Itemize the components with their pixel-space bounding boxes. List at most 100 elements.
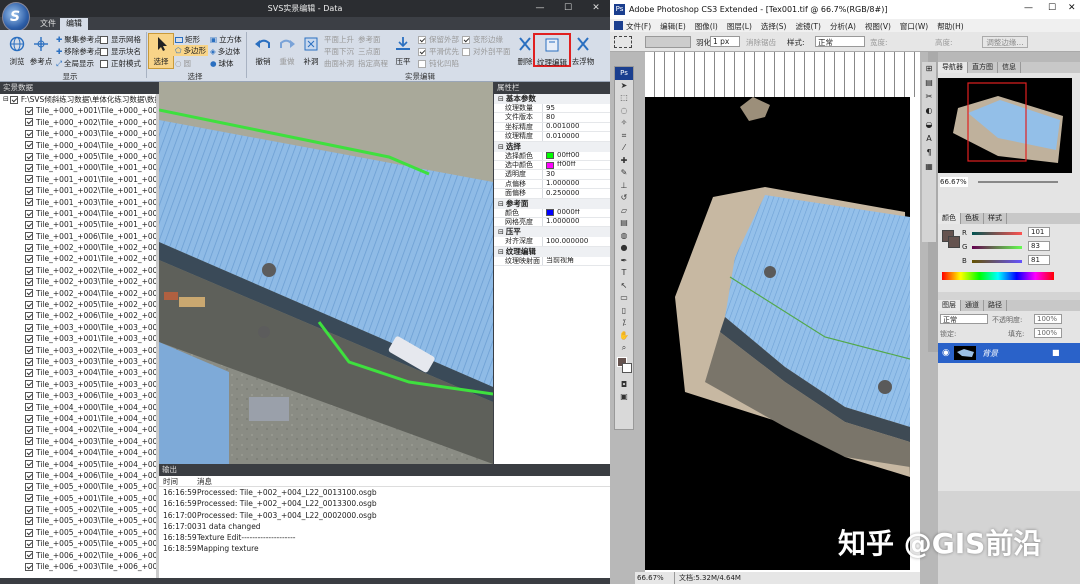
tree-item-checkbox[interactable] bbox=[25, 426, 33, 435]
circle-select-button[interactable]: ○ 圆 bbox=[175, 58, 191, 69]
clone-stamp-icon[interactable]: ⊥ bbox=[615, 180, 633, 193]
property-group-header[interactable]: 纹理编辑 bbox=[494, 246, 610, 257]
tree-item[interactable]: Tile_+002_+005\Tile_+002_+005.os bbox=[0, 299, 156, 310]
tree-item[interactable]: Tile_+000_+001\Tile_+000_+001.os bbox=[0, 105, 156, 116]
close-button[interactable]: ✕ bbox=[590, 2, 602, 14]
tab-styles[interactable]: 样式 bbox=[984, 213, 1007, 224]
property-row[interactable]: 纹理精度 0.010000 bbox=[494, 132, 610, 142]
tab-layers[interactable]: 图层 bbox=[938, 300, 961, 311]
tree-item-checkbox[interactable] bbox=[25, 300, 33, 309]
tree-item[interactable]: Tile_+004_+002\Tile_+004_+002.os bbox=[0, 424, 156, 435]
tree-item-checkbox[interactable] bbox=[25, 380, 33, 389]
property-group-header[interactable]: 参考面 bbox=[494, 198, 610, 209]
doc-zoom-level[interactable]: 66.67% bbox=[637, 572, 675, 584]
tree-item-checkbox[interactable] bbox=[25, 186, 33, 195]
tree-item-checkbox[interactable] bbox=[25, 164, 33, 173]
tree-item[interactable]: Tile_+004_+000\Tile_+004_+000.os bbox=[0, 402, 156, 413]
tree-item-checkbox[interactable] bbox=[25, 437, 33, 446]
history-brush-icon[interactable]: ↺ bbox=[615, 192, 633, 205]
tree-item[interactable]: Tile_+005_+000\Tile_+005_+000.os bbox=[0, 481, 156, 492]
tree-item[interactable]: Tile_+000_+005\Tile_+000_+005.os bbox=[0, 151, 156, 162]
tree-item-checkbox[interactable] bbox=[25, 107, 33, 116]
3d-viewport[interactable] bbox=[159, 82, 493, 464]
tree-item[interactable]: Tile_+005_+003\Tile_+005_+003.os bbox=[0, 515, 156, 526]
blend-mode-select[interactable]: 正常 bbox=[940, 314, 988, 324]
tree-item-checkbox[interactable] bbox=[25, 129, 33, 138]
ortho-mode-checkbox[interactable]: 正射模式 bbox=[100, 58, 141, 69]
property-row[interactable]: 坐标精度 0.001000 bbox=[494, 122, 610, 133]
bg-color-swatch[interactable] bbox=[948, 236, 960, 248]
polygon-select-button[interactable]: ⬠ 多边形 bbox=[173, 45, 209, 56]
tree-item-checkbox[interactable] bbox=[25, 448, 33, 457]
property-row[interactable]: 选中颜色 ff00ff bbox=[494, 160, 610, 171]
tree-item-checkbox[interactable] bbox=[25, 414, 33, 423]
tree-item-checkbox[interactable] bbox=[25, 346, 33, 355]
quick-mask-icon[interactable]: ◘ bbox=[615, 379, 633, 392]
tab-navigator[interactable]: 导航器 bbox=[938, 62, 968, 73]
refine-edge-button[interactable]: 调整边缘... bbox=[982, 36, 1028, 48]
lasso-icon[interactable]: ◌ bbox=[615, 105, 633, 118]
property-value[interactable]: 30 bbox=[543, 170, 610, 178]
tree-item[interactable]: Tile_+002_+001\Tile_+002_+001.os bbox=[0, 253, 156, 264]
tree-item[interactable]: Tile_+005_+004\Tile_+005_+004.os bbox=[0, 527, 156, 538]
smooth-pit-checkbox[interactable]: 钝化凹陷 bbox=[418, 58, 459, 69]
tree-item[interactable]: Tile_+003_+004\Tile_+003_+004.os bbox=[0, 367, 156, 378]
tree-item-checkbox[interactable] bbox=[25, 141, 33, 150]
tree-item[interactable]: Tile_+001_+005\Tile_+001_+005.os bbox=[0, 219, 156, 230]
browse-button[interactable]: 浏览 bbox=[4, 36, 30, 67]
tree-item[interactable]: Tile_+001_+001\Tile_+001_+001.os bbox=[0, 174, 156, 185]
ref-point-button[interactable]: 参考点 bbox=[28, 36, 54, 67]
tree-item-checkbox[interactable] bbox=[25, 539, 33, 548]
tree-item[interactable]: Tile_+005_+002\Tile_+005_+002.os bbox=[0, 504, 156, 515]
opacity-input[interactable]: 100% bbox=[1034, 314, 1062, 324]
tree-item-checkbox[interactable] bbox=[25, 323, 33, 332]
tree-item-checkbox[interactable] bbox=[25, 277, 33, 286]
g-slider[interactable] bbox=[972, 246, 1022, 249]
tab-histogram[interactable]: 直方图 bbox=[968, 62, 998, 73]
property-group-header[interactable]: 基本参数 bbox=[494, 94, 610, 104]
eye-icon[interactable]: ◉ bbox=[942, 348, 950, 358]
tree-item[interactable]: Tile_+001_+003\Tile_+001_+003.os bbox=[0, 197, 156, 208]
ref-surface-button[interactable]: 参考面 bbox=[358, 34, 381, 45]
healing-brush-icon[interactable]: ✚ bbox=[615, 155, 633, 168]
tree-item-checkbox[interactable] bbox=[25, 403, 33, 412]
tree-item-checkbox[interactable] bbox=[25, 118, 33, 127]
tree-item[interactable]: Tile_+004_+006\Tile_+004_+006.os bbox=[0, 470, 156, 481]
tree-item[interactable]: Tile_+004_+004\Tile_+004_+004.os bbox=[0, 447, 156, 458]
tree-item[interactable]: Tile_+003_+003\Tile_+003_+003.os bbox=[0, 356, 156, 367]
marquee-tool-icon[interactable] bbox=[614, 36, 632, 48]
gradient-icon[interactable]: ▤ bbox=[615, 217, 633, 230]
tree-item[interactable]: Tile_+002_+002\Tile_+002_+002.os bbox=[0, 265, 156, 276]
pen-icon[interactable]: ✒ bbox=[615, 255, 633, 268]
type-icon[interactable]: T bbox=[615, 267, 633, 280]
rect-select-button[interactable]: 矩形 bbox=[175, 34, 200, 45]
style-select[interactable]: 正常 bbox=[815, 36, 865, 47]
tree-item[interactable]: Tile_+003_+001\Tile_+003_+001.os bbox=[0, 333, 156, 344]
tree-item[interactable]: Tile_+004_+001\Tile_+004_+001.os bbox=[0, 413, 156, 424]
sphere-select-button[interactable]: ● 球体 bbox=[210, 58, 234, 69]
color-swatches[interactable] bbox=[615, 355, 633, 379]
tree-item[interactable]: Tile_+004_+005\Tile_+004_+005.os bbox=[0, 459, 156, 470]
hand-icon[interactable]: ✋ bbox=[615, 330, 633, 343]
tab-info[interactable]: 信息 bbox=[998, 62, 1021, 73]
cube-select-button[interactable]: ▣ 立方体 bbox=[210, 34, 242, 45]
float-remove-button[interactable]: 去浮物 bbox=[570, 36, 596, 67]
redo-button[interactable]: 重做 bbox=[274, 36, 300, 67]
fill-hole-button[interactable]: 补洞 bbox=[298, 36, 324, 67]
tree-item-checkbox[interactable] bbox=[25, 494, 33, 503]
property-value[interactable]: 1.000000 bbox=[543, 218, 610, 226]
property-group-header[interactable]: 选择 bbox=[494, 141, 610, 152]
tree-item[interactable]: Tile_+000_+002\Tile_+000_+002.os bbox=[0, 117, 156, 128]
patch-flat-checkbox[interactable]: 对外剖平面 bbox=[462, 46, 511, 57]
flatten-button[interactable]: 压平 bbox=[390, 36, 416, 67]
ps-menu-item[interactable]: 文件(F) bbox=[626, 21, 651, 32]
fill-input[interactable]: 100% bbox=[1034, 328, 1062, 338]
ps-menu-item[interactable]: 分析(A) bbox=[830, 21, 856, 32]
tree-item-checkbox[interactable] bbox=[25, 289, 33, 298]
tree-item[interactable]: Tile_+005_+001\Tile_+005_+001.os bbox=[0, 493, 156, 504]
property-row[interactable]: 透明度 30 bbox=[494, 170, 610, 180]
tree-item-checkbox[interactable] bbox=[25, 334, 33, 343]
tab-channels[interactable]: 通道 bbox=[961, 300, 984, 311]
property-value[interactable]: 0.250000 bbox=[543, 189, 610, 197]
flat-down-button[interactable]: 平面下沉 bbox=[324, 46, 354, 57]
